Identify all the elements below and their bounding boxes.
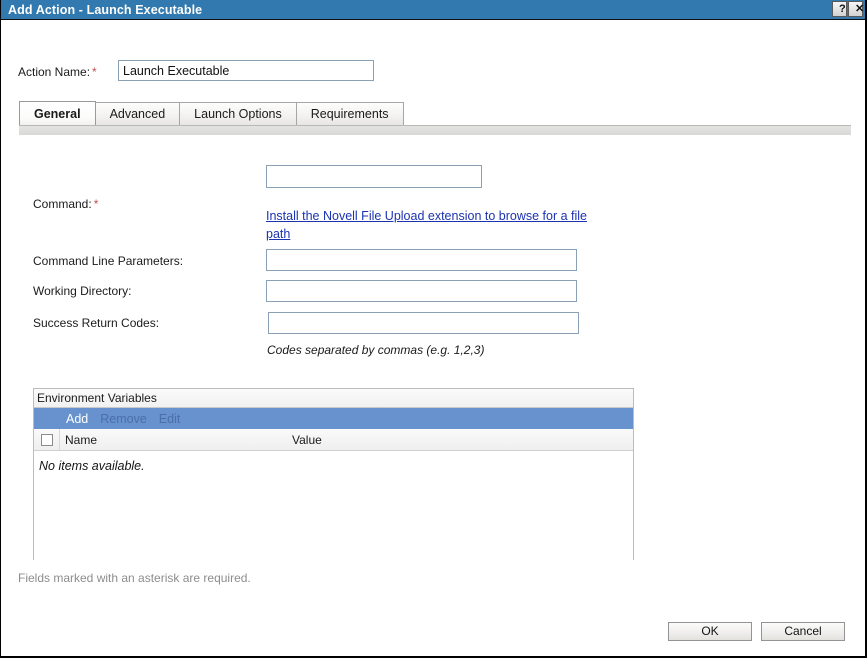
titlebar-buttons: ? ✕ [832,1,863,17]
table-body: No items available. [34,451,633,568]
tab-advanced[interactable]: Advanced [95,102,181,125]
select-all-cell [34,429,60,450]
titlebar: Add Action - Launch Executable ? ✕ [1,0,865,20]
column-header-value: Value [292,433,322,447]
table-header-row: Name Value [34,429,633,451]
select-all-checkbox[interactable] [41,434,53,446]
remove-button[interactable]: Remove [100,412,147,426]
tab-launch-options[interactable]: Launch Options [179,102,297,125]
command-line-parameters-label: Command Line Parameters: [33,254,183,268]
command-line-parameters-input[interactable] [266,249,577,271]
footer-buttons: OK Cancel [668,622,845,641]
success-return-codes-hint: Codes separated by commas (e.g. 1,2,3) [267,343,484,357]
column-header-name: Name [65,433,97,447]
action-name-label: Action Name:* [18,65,97,79]
tab-requirements[interactable]: Requirements [296,102,404,125]
ok-button[interactable]: OK [668,622,752,641]
tabstrip: General Advanced Launch Options Requirem… [19,101,403,125]
install-file-upload-extension-link[interactable]: Install the Novell File Upload extension… [266,207,614,243]
required-fields-note: Fields marked with an asterisk are requi… [18,571,251,585]
action-name-row: Action Name:* [1,60,865,84]
help-icon[interactable]: ? [832,1,847,17]
working-directory-input[interactable] [266,280,577,302]
required-asterisk: * [90,65,97,79]
add-button[interactable]: Add [66,412,88,426]
empty-state-message: No items available. [39,459,145,473]
dialog-window: Add Action - Launch Executable ? ✕ Actio… [0,0,867,658]
working-directory-label: Working Directory: [33,284,131,298]
action-name-input[interactable] [118,60,374,81]
command-input[interactable] [266,165,482,188]
command-label: Command:* [33,197,98,211]
edit-button[interactable]: Edit [159,412,181,426]
required-asterisk: * [92,197,99,211]
cancel-button[interactable]: Cancel [761,622,845,641]
environment-variables-caption: Environment Variables [34,389,633,408]
close-icon[interactable]: ✕ [848,1,863,17]
window-title: Add Action - Launch Executable [1,3,202,17]
tabs-underbar [19,125,851,135]
environment-variables-toolbar: Add Remove Edit [34,408,633,429]
success-return-codes-label: Success Return Codes: [33,316,159,330]
tab-general[interactable]: General [19,101,96,125]
environment-variables-panel: Environment Variables Add Remove Edit Na… [33,388,634,560]
success-return-codes-input[interactable] [268,312,579,334]
